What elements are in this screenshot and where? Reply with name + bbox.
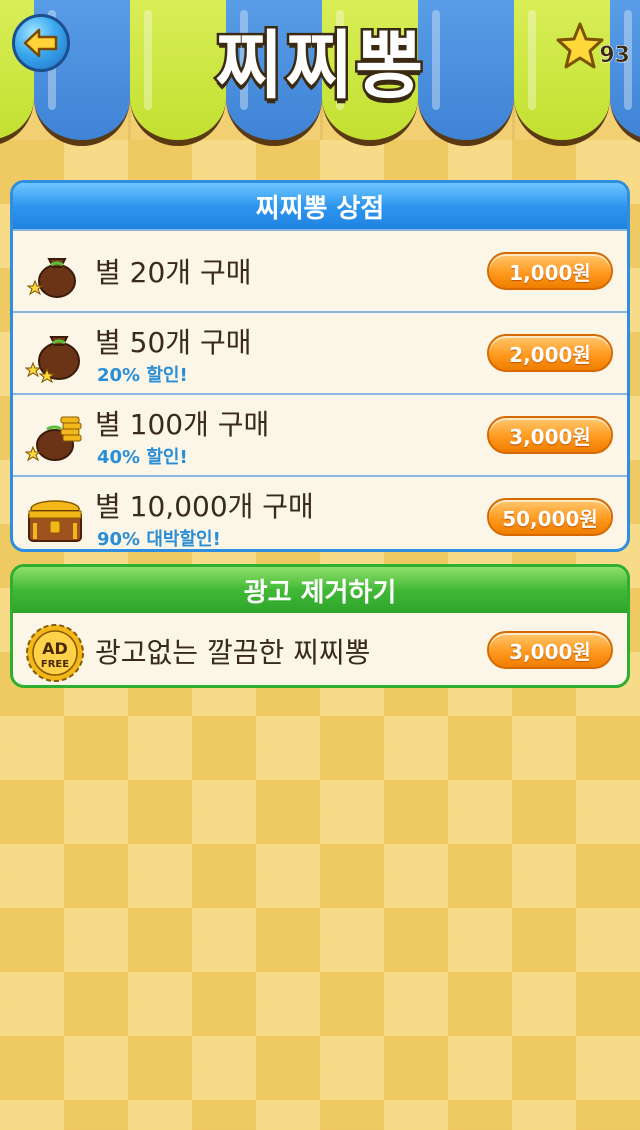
shop-item-20[interactable]: 별 20개 구매 1,000원 — [13, 229, 627, 311]
buy-20-price-button[interactable]: 1,000원 — [487, 252, 613, 290]
shop-panel: 찌찌뽕 상점 별 20개 구매 1,000원 별 50개 구매 20% 할인! … — [10, 180, 630, 552]
star-balance: 93 — [555, 22, 630, 70]
discount-text: 40% 할인! — [97, 447, 188, 468]
ad-badge-line1: AD — [42, 639, 68, 658]
treasure-chest-icon — [28, 500, 82, 542]
money-bag-coins-icon — [25, 416, 82, 462]
shop-item-100[interactable]: 별 100개 구매 40% 할인! 3,000원 — [13, 393, 627, 475]
money-bag-medium-icon — [25, 336, 80, 383]
ad-free-badge-icon: AD FREE — [26, 624, 84, 682]
ad-removal-title: 광고 제거하기 — [13, 567, 627, 613]
star-icon — [556, 22, 604, 69]
buy-100-price-button[interactable]: 3,000원 — [487, 416, 613, 454]
item-label: 별 50개 구매 — [95, 326, 252, 359]
item-label: 별 10,000개 구매 — [95, 490, 314, 523]
star-count: 93 — [599, 43, 630, 69]
shop-item-50[interactable]: 별 50개 구매 20% 할인! 2,000원 — [13, 311, 627, 393]
item-label: 별 20개 구매 — [95, 256, 252, 289]
shop-title: 찌찌뽕 상점 — [13, 183, 627, 229]
buy-50-price-button[interactable]: 2,000원 — [487, 334, 613, 372]
ad-badge-line2: FREE — [41, 659, 69, 670]
ad-removal-item[interactable]: AD FREE 광고없는 깔끔한 찌찌뽕 3,000원 — [13, 613, 627, 685]
discount-text: 20% 할인! — [97, 365, 188, 386]
page-title: 찌찌뽕 — [212, 21, 426, 112]
buy-10000-price-button[interactable]: 50,000원 — [487, 498, 613, 536]
item-label: 별 100개 구매 — [95, 408, 270, 441]
discount-text: 90% 대박할인! — [97, 529, 221, 550]
ad-removal-panel: 광고 제거하기 AD FREE 광고없는 깔끔한 찌찌뽕 3,000원 — [10, 564, 630, 688]
money-bag-small-icon — [26, 258, 76, 298]
shop-item-10000[interactable]: 별 10,000개 구매 90% 대박할인! 50,000원 — [13, 475, 627, 550]
item-label: 광고없는 깔끔한 찌찌뽕 — [95, 636, 371, 669]
remove-ads-price-button[interactable]: 3,000원 — [487, 631, 613, 669]
